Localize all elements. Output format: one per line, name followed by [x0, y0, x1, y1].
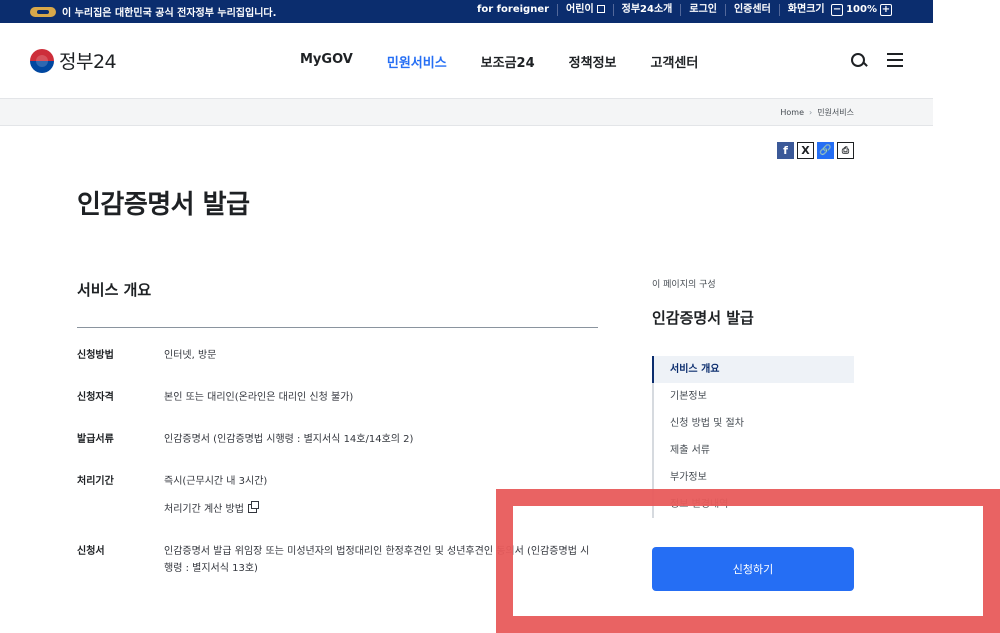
- link-about[interactable]: 정부24소개: [614, 4, 682, 16]
- zoom-out-button[interactable]: −: [831, 4, 844, 16]
- nav-policy[interactable]: 정책정보: [569, 52, 617, 71]
- info-label: 처리기간: [77, 476, 114, 487]
- info-value: 본인 또는 대리인(온라인은 대리인 신청 불가): [164, 392, 354, 403]
- header-actions: [851, 53, 903, 69]
- main-nav: MyGOV 민원서비스 보조금24 정책정보 고객센터: [300, 52, 698, 71]
- zoom-label: 화면크기: [787, 4, 825, 15]
- brand-logo[interactable]: 정부24: [30, 47, 117, 74]
- share-toolbar: f X 🔗 ⎙: [777, 142, 854, 159]
- menu-icon[interactable]: [887, 53, 903, 67]
- toc-item-overview[interactable]: 서비스 개요: [652, 356, 854, 383]
- nav-mygov[interactable]: MyGOV: [300, 52, 353, 71]
- section-title-overview: 서비스 개요: [77, 281, 152, 299]
- toc-item-basic-info[interactable]: 기본정보: [654, 383, 854, 410]
- apply-button[interactable]: 신청하기: [652, 547, 854, 591]
- brand-name: 정부24: [59, 51, 117, 73]
- section-divider: [77, 327, 598, 328]
- info-label: 발급서류: [77, 434, 114, 445]
- zoom-in-button[interactable]: +: [880, 4, 892, 16]
- breadcrumb-current[interactable]: 민원서비스: [817, 107, 854, 118]
- toc-title: 인감증명서 발급: [652, 309, 754, 327]
- processing-time-calc-link[interactable]: 처리기간 계산 방법: [164, 501, 259, 518]
- info-label: 신청서: [77, 546, 105, 557]
- link-cert-center[interactable]: 인증센터: [726, 4, 780, 16]
- toc-caption: 이 페이지의 구성: [652, 280, 716, 290]
- info-value: 인감증명서 발급 위임장 또는 미성년자의 법정대리인 한정후견인 및 성년후견…: [164, 546, 590, 574]
- toc-item-change-history[interactable]: 정보 변경내역: [654, 491, 854, 518]
- breadcrumb-band: Home › 민원서비스: [0, 99, 933, 126]
- link-kids-label: 어린이: [566, 4, 594, 15]
- chevron-right-icon: ›: [808, 108, 813, 117]
- print-icon[interactable]: ⎙: [837, 142, 854, 159]
- gov-notice: 이 누리집은 대한민국 공식 전자정부 누리집입니다.: [30, 4, 276, 19]
- toc-item-additional-info[interactable]: 부가정보: [654, 464, 854, 491]
- facebook-icon[interactable]: f: [777, 142, 794, 159]
- gov-banner: 이 누리집은 대한민국 공식 전자정부 누리집입니다. for foreigne…: [0, 0, 933, 23]
- processing-time-calc-label: 처리기간 계산 방법: [164, 504, 244, 515]
- info-value: 즉시(근무시간 내 3시간): [164, 476, 268, 487]
- toc-item-documents[interactable]: 제출 서류: [654, 437, 854, 464]
- breadcrumb-home[interactable]: Home: [780, 108, 804, 117]
- nav-civil-service[interactable]: 민원서비스: [387, 52, 447, 71]
- gov-symbol-icon: [30, 6, 56, 17]
- link-kids[interactable]: 어린이: [558, 4, 614, 16]
- zoom-control: 화면크기 −100% +: [780, 4, 903, 16]
- breadcrumb: Home › 민원서비스: [780, 107, 854, 118]
- page-title: 인감증명서 발급: [77, 190, 250, 220]
- site-header: 정부24 MyGOV 민원서비스 보조금24 정책정보 고객센터: [0, 23, 933, 99]
- zoom-value: 100%: [846, 4, 877, 15]
- x-twitter-icon[interactable]: X: [797, 142, 814, 159]
- info-value: 인터넷, 방문: [164, 350, 217, 361]
- link-login[interactable]: 로그인: [681, 4, 726, 16]
- info-label: 신청자격: [77, 392, 114, 403]
- link-for-foreigner[interactable]: for foreigner: [469, 4, 559, 16]
- info-label: 신청방법: [77, 350, 114, 361]
- gov-notice-text: 이 누리집은 대한민국 공식 전자정부 누리집입니다.: [62, 8, 277, 19]
- utility-links: for foreigner 어린이 정부24소개 로그인 인증센터 화면크기 −…: [469, 4, 903, 16]
- new-window-icon: [247, 501, 259, 513]
- nav-customer-center[interactable]: 고객센터: [651, 52, 699, 71]
- taegeuk-logo-icon: [30, 48, 54, 73]
- info-value: 인감증명서 (인감증명법 시행령 : 별지서식 14호/14호의 2): [164, 434, 414, 445]
- toc-list: 서비스 개요 기본정보 신청 방법 및 절차 제출 서류 부가정보 정보 변경내…: [652, 356, 854, 518]
- nav-subsidy[interactable]: 보조금24: [481, 52, 535, 71]
- external-link-icon: [596, 5, 605, 13]
- toc-item-procedure[interactable]: 신청 방법 및 절차: [654, 410, 854, 437]
- search-icon[interactable]: [851, 53, 867, 69]
- link-copy-icon[interactable]: 🔗: [817, 142, 834, 159]
